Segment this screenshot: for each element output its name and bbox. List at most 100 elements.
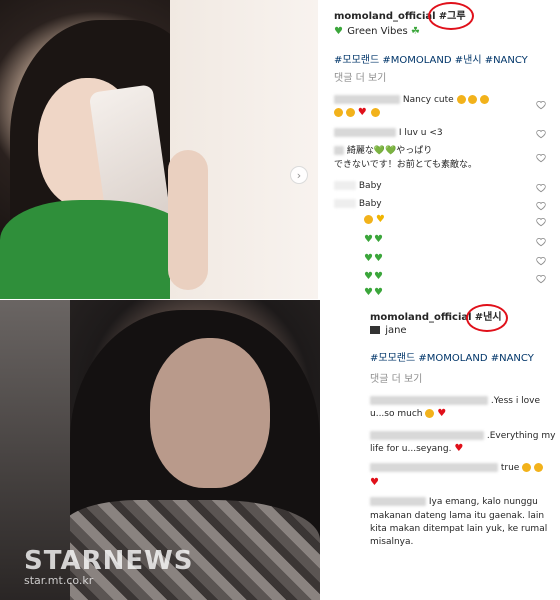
comment-row: makanan dateng lama itu gaenak. lain xyxy=(370,510,544,522)
comment-text: I luv u <3 xyxy=(398,128,443,138)
like-heart-icon[interactable] xyxy=(536,217,546,227)
like-heart-icon[interactable] xyxy=(536,256,546,266)
green-heart-icon: ♥ xyxy=(364,271,373,282)
green-heart-icon: ♥ xyxy=(374,287,383,298)
emoji-icon xyxy=(522,463,532,472)
like-heart-icon[interactable] xyxy=(536,153,546,163)
red-annotation-circle xyxy=(428,2,474,30)
comment-text: 綺麗な💚💚やっぱり xyxy=(346,146,433,156)
red-heart-icon: ♥ xyxy=(454,443,464,454)
comment-row: misalnya. xyxy=(370,536,413,548)
comment-text: Nancy cute xyxy=(402,95,454,105)
comment-text: kita makan ditempat lain yuk, ke rumal xyxy=(370,524,548,534)
like-heart-icon[interactable] xyxy=(536,129,546,139)
comment-text: life for u...seyang. xyxy=(370,444,452,454)
blurred-username xyxy=(334,128,396,137)
view-more-comments-link[interactable]: 댓글 더 보기 xyxy=(334,72,386,86)
top-instagram-post: › momoland_official #그루 ♥ Green Vibes ☘ … xyxy=(0,0,560,300)
like-heart-icon[interactable] xyxy=(536,201,546,211)
caption-text: jane xyxy=(385,325,407,336)
comment-text: makanan dateng lama itu gaenak. lain xyxy=(370,511,545,521)
comment-row: Iya emang, kalo nunggu xyxy=(370,496,538,508)
starnews-watermark: STARNEWS star.mt.co.kr xyxy=(24,546,194,587)
emoji-icon xyxy=(456,95,466,104)
post-username[interactable]: momoland_official xyxy=(334,11,436,22)
emoji-icon xyxy=(370,108,380,117)
watermark-logo: STARNEWS xyxy=(24,546,194,576)
post-caption: jane xyxy=(370,324,407,338)
blurred-username xyxy=(334,199,356,208)
green-heart-icon: ♥ xyxy=(364,234,373,245)
green-heart-icon: ♥ xyxy=(374,271,383,282)
comment-row: Baby xyxy=(334,180,382,192)
comment-emoji-row: ♥♥ xyxy=(364,253,384,265)
comment-text: true xyxy=(500,463,520,473)
clapperboard-icon xyxy=(370,326,380,334)
emoji-icon xyxy=(468,95,478,104)
comment-emoji-row: ♥♥ xyxy=(364,271,384,283)
post-hashtags[interactable]: #모모랜드 #MOMOLAND #낸시 #NANCY xyxy=(334,54,528,68)
photo-face-shape xyxy=(150,338,270,488)
comment-row: Nancy cute xyxy=(334,94,490,106)
red-heart-icon: ♥ xyxy=(357,107,367,118)
blurred-username xyxy=(370,431,484,440)
blurred-username xyxy=(370,497,426,506)
comment-row: できないです！お前とても素敵な。 xyxy=(334,159,477,171)
comment-row: u...so much ♥ xyxy=(370,408,447,420)
green-heart-icon: ♥ xyxy=(374,253,383,264)
post-hashtags[interactable]: #모모랜드 #MOMOLAND #NANCY xyxy=(370,352,534,366)
red-heart-icon: ♥ xyxy=(437,408,447,419)
comment-row: life for u...seyang. ♥ xyxy=(370,443,464,455)
comment-text: Baby xyxy=(358,199,382,209)
blurred-username xyxy=(370,396,488,405)
emoji-icon xyxy=(534,463,544,472)
comment-row: true xyxy=(370,462,544,474)
comment-text: u...so much xyxy=(370,409,423,419)
comment-text: misalnya. xyxy=(370,537,414,547)
comment-text: Iya emang, kalo nunggu xyxy=(428,497,538,507)
chevron-right-icon[interactable]: › xyxy=(290,166,308,184)
comment-text: .Yess i love xyxy=(490,396,541,406)
like-heart-icon[interactable] xyxy=(536,183,546,193)
shamrock-icon: ☘ xyxy=(410,26,420,37)
blurred-username xyxy=(334,95,400,104)
emoji-icon xyxy=(364,215,373,224)
red-heart-icon: ♥ xyxy=(370,477,379,488)
emoji-icon xyxy=(425,409,435,418)
post-caption: ♥ Green Vibes ☘ xyxy=(334,25,421,39)
comment-emoji-row: ♥ xyxy=(334,107,380,119)
blurred-username xyxy=(334,146,344,155)
comment-text: できないです！お前とても素敵な。 xyxy=(334,160,478,170)
red-annotation-circle xyxy=(466,304,508,332)
emoji-icon xyxy=(480,95,490,104)
emoji-icon xyxy=(345,108,355,117)
blurred-username xyxy=(334,181,356,190)
post-photo-mirror-selfie[interactable]: › xyxy=(0,0,318,300)
comment-text: .Everything my xyxy=(486,431,556,441)
green-heart-icon: ♥ xyxy=(364,253,373,264)
post-username[interactable]: momoland_official xyxy=(370,312,472,323)
comment-row: I luv u <3 xyxy=(334,127,443,139)
comment-row: .Yess i love xyxy=(370,395,540,407)
comment-text: Baby xyxy=(358,181,382,191)
comment-row: Baby xyxy=(334,198,382,210)
yellow-heart-icon: ♥ xyxy=(375,214,385,225)
like-heart-icon[interactable] xyxy=(536,274,546,284)
caption-text: Green Vibes xyxy=(347,26,408,37)
green-heart-icon: ♥ xyxy=(374,234,383,245)
emoji-icon xyxy=(334,108,343,117)
comment-emoji-row: ♥♥ xyxy=(364,287,384,299)
view-more-comments-link[interactable]: 댓글 더 보기 xyxy=(370,373,422,387)
comment-row: 綺麗な💚💚やっぱり xyxy=(334,145,432,157)
comment-emoji-row: ♥ xyxy=(364,214,386,226)
comment-emoji-row: ♥♥ xyxy=(364,234,384,246)
photo-hand-shape xyxy=(168,150,208,290)
blurred-username xyxy=(370,463,498,472)
comment-emoji-row: ♥ xyxy=(370,477,380,489)
green-heart-icon: ♥ xyxy=(364,287,373,298)
comment-row: kita makan ditempat lain yuk, ke rumal xyxy=(370,523,547,535)
comment-row: .Everything my xyxy=(370,430,555,442)
green-heart-icon: ♥ xyxy=(334,26,343,37)
like-heart-icon[interactable] xyxy=(536,100,546,110)
like-heart-icon[interactable] xyxy=(536,237,546,247)
